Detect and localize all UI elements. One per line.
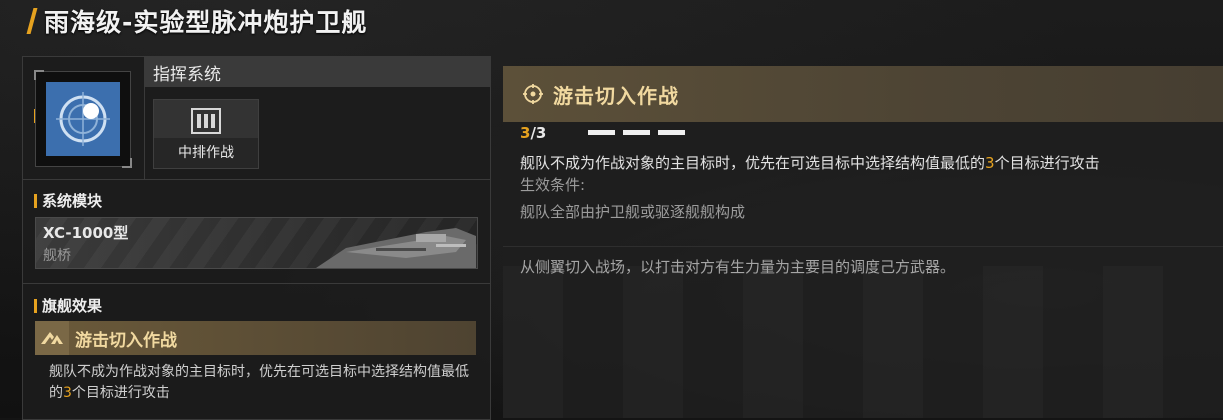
- effect-detail-title: 游击切入作战: [553, 83, 679, 108]
- ship-top-section: 指挥系统 中排作战: [23, 57, 491, 180]
- commander-portrait-frame[interactable]: [34, 70, 132, 168]
- desc-text: 个目标进行攻击: [71, 385, 170, 401]
- command-system-header: 指挥系统: [145, 57, 491, 87]
- command-tactic-card[interactable]: 中排作战: [153, 99, 259, 169]
- target-emblem-icon: [56, 92, 110, 146]
- detail-divider: [503, 246, 1223, 247]
- effect-detail-description: 舰队不成为作战对象的主目标时，优先在可选目标中选择结构值最低的3个目标进行攻击: [520, 152, 1100, 174]
- crosshair-icon: [523, 84, 543, 104]
- section-accent: [34, 193, 37, 208]
- condition-text: 舰队全部由护卫舰或驱逐舰舰构成: [520, 203, 746, 221]
- panel-decoration: [503, 266, 1223, 418]
- chevron-formation-icon: [41, 332, 63, 344]
- flagship-effect-icon-box: [35, 321, 69, 355]
- section-accent: [34, 298, 37, 313]
- ship-info-panel: 指挥系统 中排作战 系统模块 XC-1000型 舰桥 旗舰效果 游击切入作战 舰…: [22, 56, 491, 420]
- flagship-effect-title: 游击切入作战: [75, 330, 177, 351]
- flagship-label: 旗舰效果: [42, 297, 103, 315]
- effect-level-counter: 3/3: [520, 124, 546, 142]
- desc-text: 舰队不成为作战对象的主目标时，优先在可选目标中选择结构值最低的: [520, 154, 986, 172]
- module-name: XC-1000型: [43, 224, 129, 242]
- module-type: 舰桥: [43, 248, 71, 264]
- effect-lore-text: 从侧翼切入战场，以打击对方有生力量为主要目的调度己方武器。: [520, 258, 956, 276]
- system-module-label: 系统模块: [42, 192, 103, 210]
- level-segment: [588, 130, 615, 135]
- column-formation-icon: [191, 108, 221, 134]
- level-segment: [658, 130, 685, 135]
- flagship-effect-description: 舰队不成为作战对象的主目标时，优先在可选目标中选择结构值最低的3个目标进行攻击: [49, 362, 479, 404]
- system-module-section-label: 系统模块: [34, 190, 102, 211]
- command-system-area: 指挥系统 中排作战: [144, 57, 491, 179]
- flagship-section-label: 旗舰效果: [34, 295, 102, 316]
- effect-detail-header: 游击切入作战: [503, 66, 1223, 122]
- level-segments: [588, 130, 693, 135]
- desc-highlight: 3: [63, 385, 72, 401]
- ship-bridge-image: [316, 228, 476, 268]
- commander-portrait[interactable]: [46, 82, 120, 156]
- effect-detail-panel: 游击切入作战 3/3 舰队不成为作战对象的主目标时，优先在可选目标中选择结构值最…: [503, 66, 1223, 418]
- desc-text: 个目标进行攻击: [994, 154, 1100, 172]
- level-total: /3: [530, 124, 547, 142]
- command-tactic-label: 中排作战: [154, 138, 258, 168]
- system-module-card[interactable]: XC-1000型 舰桥: [35, 217, 478, 269]
- page-title: 雨海级-实验型脉冲炮护卫舰: [44, 8, 368, 37]
- condition-label: 生效条件:: [520, 176, 586, 194]
- flagship-effect-row[interactable]: 游击切入作战: [35, 321, 476, 355]
- title-bar: 雨海级-实验型脉冲炮护卫舰: [26, 4, 368, 38]
- level-segment: [623, 130, 650, 135]
- panel-divider: [23, 283, 490, 284]
- level-current: 3: [520, 124, 531, 142]
- desc-highlight: 3: [985, 154, 995, 172]
